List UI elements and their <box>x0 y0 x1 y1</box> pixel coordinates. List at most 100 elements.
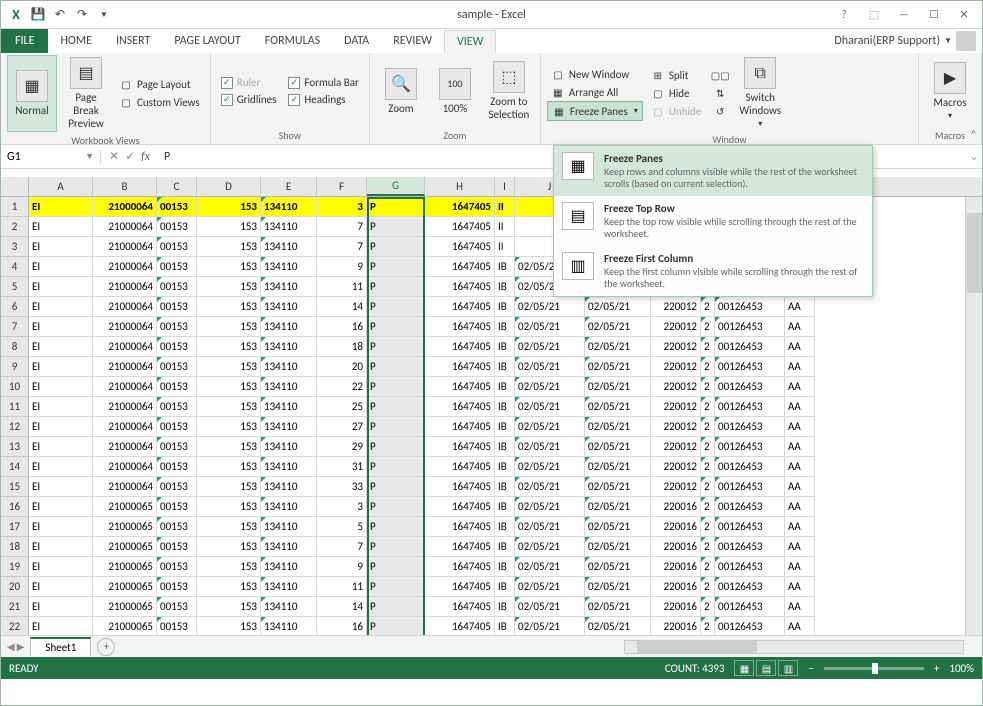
cell[interactable]: EI <box>29 577 93 597</box>
cell[interactable]: IB <box>495 457 515 477</box>
cell[interactable]: 11 <box>317 277 367 297</box>
cell[interactable]: 21000064 <box>93 237 157 257</box>
cell[interactable]: II <box>495 237 515 257</box>
row-header[interactable]: 9 <box>1 357 29 377</box>
cell[interactable]: IB <box>495 497 515 517</box>
cell[interactable]: 153 <box>197 437 261 457</box>
cell[interactable]: 02/05/21 <box>515 557 585 577</box>
cell[interactable]: 02/05/21 <box>585 597 651 617</box>
cell[interactable]: 27 <box>317 417 367 437</box>
cell[interactable]: 00153 <box>157 517 197 537</box>
cell[interactable]: 153 <box>197 297 261 317</box>
cell[interactable]: P <box>367 477 425 497</box>
cell[interactable]: 220012 <box>651 457 701 477</box>
column-header-D[interactable]: D <box>197 177 261 196</box>
cell[interactable]: 02/05/21 <box>515 417 585 437</box>
cell[interactable]: 134110 <box>261 437 317 457</box>
cell[interactable]: P <box>367 597 425 617</box>
freeze-top-row-item[interactable]: ▤ Freeze Top Row Keep the top row visibl… <box>554 196 872 246</box>
cell[interactable]: 7 <box>317 537 367 557</box>
cell[interactable]: 21000064 <box>93 357 157 377</box>
cell[interactable]: 2 <box>701 417 715 437</box>
cell[interactable]: IB <box>495 597 515 617</box>
cell[interactable]: 1647405 <box>425 437 495 457</box>
cell[interactable]: IB <box>495 257 515 277</box>
cell[interactable]: 1647405 <box>425 237 495 257</box>
cell[interactable]: IB <box>495 417 515 437</box>
cell[interactable]: 02/05/21 <box>585 557 651 577</box>
cell[interactable]: 220012 <box>651 317 701 337</box>
cell[interactable]: P <box>367 437 425 457</box>
row-header[interactable]: 13 <box>1 437 29 457</box>
cell[interactable]: 00126453 <box>715 517 785 537</box>
tab-file[interactable]: FILE <box>1 29 48 53</box>
add-sheet-button[interactable]: + <box>97 638 115 656</box>
cell[interactable]: 2 <box>701 457 715 477</box>
name-box-dropdown-icon[interactable]: ▼ <box>85 151 94 162</box>
cell[interactable]: 1647405 <box>425 317 495 337</box>
page-break-preview-button[interactable]: ▤ Page Break Preview <box>61 55 111 132</box>
tab-home[interactable]: HOME <box>48 29 104 53</box>
cell[interactable]: EI <box>29 237 93 257</box>
row-header[interactable]: 2 <box>1 217 29 237</box>
cell[interactable]: II <box>495 197 515 217</box>
cell[interactable]: 02/05/21 <box>515 297 585 317</box>
cell[interactable]: P <box>367 237 425 257</box>
tab-formulas[interactable]: FORMULAS <box>253 29 332 53</box>
cell[interactable]: 1647405 <box>425 557 495 577</box>
cell[interactable]: 00126453 <box>715 457 785 477</box>
cell[interactable]: 20 <box>317 357 367 377</box>
cell[interactable]: EI <box>29 437 93 457</box>
cell[interactable]: AA <box>785 317 815 337</box>
cell[interactable]: 153 <box>197 397 261 417</box>
cell[interactable]: 00153 <box>157 217 197 237</box>
cell[interactable]: 134110 <box>261 577 317 597</box>
cell[interactable]: IB <box>495 477 515 497</box>
cell[interactable]: 220016 <box>651 557 701 577</box>
cell[interactable]: AA <box>785 517 815 537</box>
cell[interactable]: 02/05/21 <box>515 357 585 377</box>
vertical-scroll-thumb[interactable] <box>967 213 982 293</box>
cell[interactable]: 31 <box>317 457 367 477</box>
undo-icon[interactable]: ↶ <box>51 6 69 24</box>
cell[interactable]: 2 <box>701 517 715 537</box>
cell[interactable]: 220016 <box>651 537 701 557</box>
hide-button[interactable]: ▢Hide <box>647 84 705 102</box>
cell[interactable]: 02/05/21 <box>515 537 585 557</box>
cell[interactable]: 1647405 <box>425 517 495 537</box>
cell[interactable]: 00126453 <box>715 357 785 377</box>
cell[interactable]: P <box>367 357 425 377</box>
cell[interactable]: 00153 <box>157 457 197 477</box>
cell[interactable]: P <box>367 497 425 517</box>
cell[interactable]: 02/05/21 <box>585 397 651 417</box>
enter-formula-icon[interactable]: ✓ <box>125 149 135 164</box>
cell[interactable]: 3 <box>317 497 367 517</box>
cell[interactable]: 00153 <box>157 577 197 597</box>
cell[interactable]: 00153 <box>157 377 197 397</box>
cell[interactable]: 02/05/21 <box>515 497 585 517</box>
cell[interactable]: 1647405 <box>425 617 495 635</box>
macros-button[interactable]: ▶Macros▾ <box>925 55 975 127</box>
cell[interactable]: 2 <box>701 497 715 517</box>
cell[interactable]: P <box>367 617 425 635</box>
cell[interactable]: P <box>367 557 425 577</box>
cell[interactable]: 21000064 <box>93 397 157 417</box>
cell[interactable]: 00126453 <box>715 437 785 457</box>
cell[interactable]: 00153 <box>157 437 197 457</box>
cell[interactable]: 153 <box>197 197 261 217</box>
formula-bar-checkbox[interactable]: ✓Formula Bar <box>284 74 362 91</box>
row-header[interactable]: 1 <box>1 197 29 217</box>
cell[interactable]: 1647405 <box>425 537 495 557</box>
gridlines-checkbox[interactable]: ✓Gridlines <box>217 91 281 108</box>
cell[interactable]: 153 <box>197 257 261 277</box>
cell[interactable]: 153 <box>197 317 261 337</box>
next-sheet-icon[interactable]: ▶ <box>17 640 25 653</box>
row-header[interactable]: 6 <box>1 297 29 317</box>
cell[interactable]: IB <box>495 337 515 357</box>
collapse-ribbon-icon[interactable]: ^ <box>971 127 976 140</box>
cell[interactable]: 21000065 <box>93 597 157 617</box>
cell[interactable]: 00126453 <box>715 497 785 517</box>
cell[interactable]: 00126453 <box>715 557 785 577</box>
cell[interactable]: AA <box>785 457 815 477</box>
cell[interactable]: EI <box>29 217 93 237</box>
